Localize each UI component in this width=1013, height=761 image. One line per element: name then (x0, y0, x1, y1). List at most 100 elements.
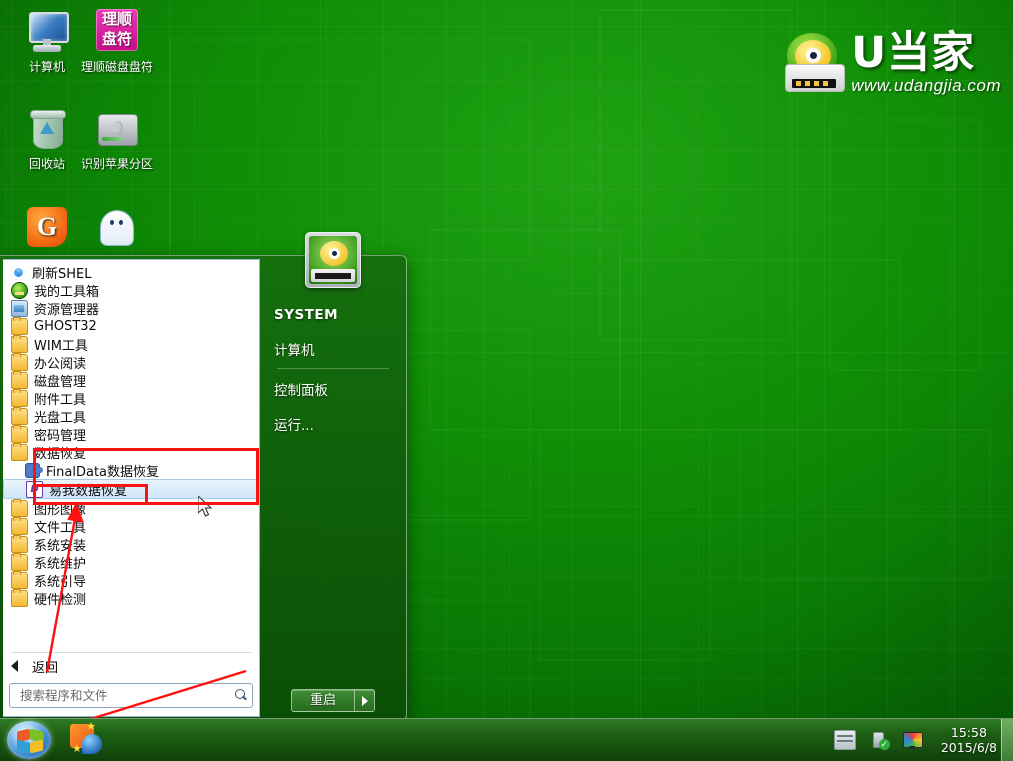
udangjia-watermark: U当家 www.udangjia.com (783, 28, 1001, 98)
right-panel-separator (277, 368, 389, 369)
menu-item-accessory-tools[interactable]: 附件工具 (3, 389, 259, 407)
menu-item-ghost32[interactable]: GHOST32 (3, 317, 259, 335)
folder-icon (11, 318, 28, 335)
desktop-icon-disk-letter-tool[interactable]: 理顺 盘符 理顺磁盘盘符 (74, 8, 160, 74)
right-item-control-panel[interactable]: 控制面板 (260, 376, 406, 401)
recycle-bin-icon (23, 105, 71, 153)
menu-item-label: 图形图像 (34, 499, 86, 518)
pink-app-icon: 理顺 盘符 (93, 8, 141, 56)
folder-icon (11, 390, 28, 407)
start-orb-icon[interactable] (7, 721, 51, 759)
hard-disk-apple-icon (93, 105, 141, 153)
menu-back-label: 返回 (32, 657, 58, 676)
diskgenius-icon: G (23, 205, 71, 253)
user-avatar[interactable] (305, 232, 361, 288)
desktop-icon-label: 理顺磁盘盘符 (74, 60, 160, 74)
menu-item-easeus-recovery[interactable]: D 易我数据恢复 (3, 479, 259, 499)
chevron-right-icon[interactable] (354, 690, 374, 711)
menu-item-label: 资源管理器 (34, 299, 99, 318)
menu-item-disk-management[interactable]: 磁盘管理 (3, 371, 259, 389)
menu-item-label: WIM工具 (34, 335, 88, 354)
clock-date: 2015/6/8 (941, 740, 997, 755)
menu-item-file-tools[interactable]: 文件工具 (3, 517, 259, 535)
right-item-run[interactable]: 运行... (260, 411, 406, 436)
brand-url: www.udangjia.com (851, 77, 1001, 94)
menu-item-label: 数据恢复 (34, 443, 86, 462)
restart-label: 重启 (292, 690, 354, 711)
folder-icon (11, 444, 28, 461)
right-item-computer[interactable]: 计算机 (260, 336, 406, 361)
folder-icon (11, 372, 28, 389)
menu-item-graphics-image[interactable]: 图形图像 (3, 499, 259, 517)
menu-item-label: 系统引导 (34, 571, 86, 590)
menu-item-label: 附件工具 (34, 389, 86, 408)
restart-bar: 重启 (260, 689, 406, 712)
desktop-icon-label: 识别苹果分区 (74, 157, 160, 171)
taskbar: ★★ ✓ 15:58 2015/6/8 (0, 718, 1013, 761)
menu-back-button[interactable]: 返回 (3, 653, 259, 679)
refresh-icon (11, 265, 26, 280)
usb-safely-remove-icon[interactable]: ✓ (869, 731, 889, 749)
menu-item-label: 系统维护 (34, 553, 86, 572)
menu-item-wim-tools[interactable]: WIM工具 (3, 335, 259, 353)
system-tray: ✓ 15:58 2015/6/8 (834, 719, 1009, 761)
folder-icon (11, 572, 28, 589)
folder-icon (11, 590, 28, 607)
menu-item-explorer[interactable]: 资源管理器 (3, 299, 259, 317)
menu-item-data-recovery[interactable]: 数据恢复 (3, 443, 259, 461)
menu-item-label: FinalData数据恢复 (46, 461, 159, 480)
desktop-icon-ghost[interactable] (74, 205, 160, 257)
clock-time: 15:58 (941, 725, 997, 740)
menu-item-label: GHOST32 (34, 319, 97, 334)
menu-item-finaldata-recovery[interactable]: FinalData数据恢复 (3, 461, 259, 479)
folder-icon (11, 426, 28, 443)
display-icon[interactable] (902, 731, 922, 749)
menu-item-office-reading[interactable]: 办公阅读 (3, 353, 259, 371)
desktop-icon-apple-partition[interactable]: 识别苹果分区 (74, 105, 160, 171)
menu-item-label: 刷新SHEL (32, 263, 91, 282)
menu-item-label: 文件工具 (34, 517, 86, 536)
brand-title: U当家 (851, 32, 1001, 75)
folder-icon (11, 554, 28, 571)
menu-item-refresh-shell[interactable]: 刷新SHEL (3, 263, 259, 281)
udangjia-mascot-icon (783, 32, 845, 94)
search-input[interactable] (18, 687, 234, 704)
explorer-icon (11, 300, 28, 317)
search-icon[interactable] (234, 689, 248, 703)
pink-app-icon-line1: 理顺 (102, 10, 132, 30)
menu-item-password-management[interactable]: 密码管理 (3, 425, 259, 443)
computer-monitor-icon (23, 8, 71, 56)
menu-item-label: 易我数据恢复 (49, 480, 127, 499)
menu-item-label: 硬件检测 (34, 589, 86, 608)
ghost-icon (93, 205, 141, 253)
d-letter-icon: D (26, 481, 43, 498)
folder-icon (11, 336, 28, 353)
menu-item-hardware-detect[interactable]: 硬件检测 (3, 589, 259, 607)
menu-item-label: 密码管理 (34, 425, 86, 444)
show-desktop-button[interactable] (1001, 719, 1013, 761)
taskbar-clock[interactable]: 15:58 2015/6/8 (941, 725, 997, 755)
keyboard-icon[interactable] (834, 730, 856, 750)
puzzle-icon (25, 463, 40, 478)
folder-icon (11, 536, 28, 553)
folder-icon (11, 408, 28, 425)
start-menu: 刷新SHEL 我的工具箱 资源管理器 GHOST32 WIM工具 (0, 255, 407, 721)
search-box[interactable] (9, 683, 253, 708)
restart-button[interactable]: 重启 (291, 689, 375, 712)
folder-icon (11, 354, 28, 371)
menu-item-system-boot[interactable]: 系统引导 (3, 571, 259, 589)
start-menu-left-panel: 刷新SHEL 我的工具箱 资源管理器 GHOST32 WIM工具 (3, 259, 260, 717)
toolbox-icon (11, 282, 28, 299)
menu-item-my-toolbox[interactable]: 我的工具箱 (3, 281, 259, 299)
menu-item-system-install[interactable]: 系统安装 (3, 535, 259, 553)
menu-item-system-maintenance[interactable]: 系统维护 (3, 553, 259, 571)
taskbar-tools-app-icon[interactable]: ★★ (70, 724, 104, 756)
user-name: SYSTEM (260, 302, 406, 327)
menu-item-label: 磁盘管理 (34, 371, 86, 390)
start-menu-right-panel: SYSTEM 计算机 控制面板 运行... 重启 (260, 256, 406, 720)
menu-item-label: 我的工具箱 (34, 281, 99, 300)
menu-item-label: 光盘工具 (34, 407, 86, 426)
menu-item-cd-tools[interactable]: 光盘工具 (3, 407, 259, 425)
desktop-screen: 计算机 理顺 盘符 理顺磁盘盘符 回收站 识别苹果分区 G (0, 0, 1013, 761)
folder-icon (11, 518, 28, 535)
